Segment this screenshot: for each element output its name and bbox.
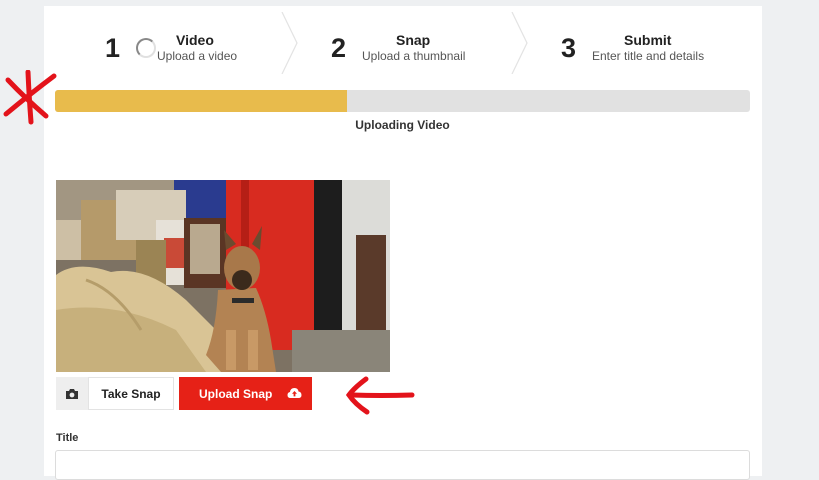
annotation-asterisk-icon: [3, 70, 57, 125]
take-snap-button[interactable]: Take Snap: [88, 377, 174, 410]
title-input[interactable]: [55, 450, 750, 480]
step-title: Snap: [396, 32, 431, 48]
step-number: 1: [105, 33, 121, 63]
step-subtitle: Upload a video: [157, 49, 238, 63]
step-subtitle: Upload a thumbnail: [362, 49, 466, 63]
step-number: 2: [331, 33, 347, 63]
step-subtitle: Enter title and details: [592, 49, 705, 63]
step-title: Video: [176, 32, 214, 48]
video-frame-image: [56, 180, 390, 372]
step-title: Submit: [624, 32, 672, 48]
annotation-arrow-icon: [345, 376, 415, 415]
camera-icon: [66, 388, 78, 399]
camera-button[interactable]: [56, 377, 88, 410]
upload-snap-label: Upload Snap: [199, 386, 273, 401]
title-label: Title: [56, 432, 79, 444]
cloud-upload-icon: [287, 388, 302, 398]
upload-progress-fill: [55, 90, 347, 112]
video-thumbnail: [56, 180, 390, 372]
chevron-right-icon: [281, 12, 298, 74]
upload-progress-bar: [55, 90, 750, 112]
loading-spinner-icon: [136, 38, 156, 58]
upload-status: Uploading Video: [355, 118, 450, 132]
chevron-right-icon: [511, 12, 528, 74]
upload-snap-button[interactable]: Upload Snap: [179, 377, 312, 410]
step-number: 3: [561, 33, 577, 63]
